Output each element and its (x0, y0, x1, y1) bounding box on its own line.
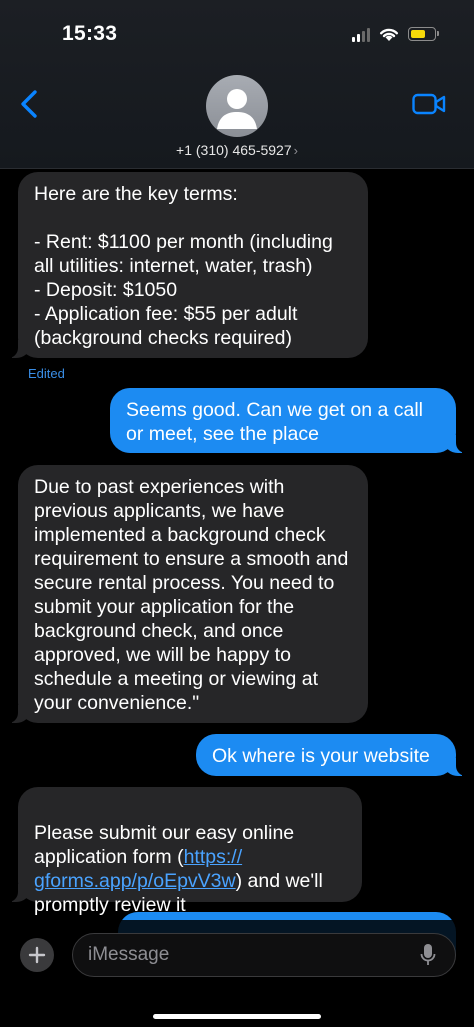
battery-icon (408, 27, 439, 41)
plus-icon (28, 946, 46, 964)
plus-button[interactable] (20, 938, 54, 972)
message-bubble-incoming[interactable]: Please submit our easy online applicatio… (8, 787, 362, 916)
status-time: 15:33 (62, 22, 118, 45)
signal-icon (352, 26, 370, 42)
message-bubble-incoming[interactable]: Here are the key terms: - Rent: $1100 pe… (8, 172, 368, 358)
message-input-placeholder: iMessage (88, 944, 170, 965)
message-text: Please submit our easy online applicatio… (34, 822, 295, 868)
edited-label: Edited (28, 366, 65, 381)
back-chevron-icon[interactable] (16, 88, 44, 120)
video-camera-icon[interactable] (412, 92, 446, 116)
chevron-right-icon: › (293, 143, 298, 158)
contact-phone-text: +1 (310) 465-5927 (176, 142, 292, 158)
message-bubble-outgoing[interactable]: Seems good. Can we get on a call or meet… (110, 388, 466, 453)
message-bubble-outgoing[interactable]: Ok where is your website (196, 734, 466, 776)
avatar-icon (217, 89, 257, 129)
wifi-icon (380, 28, 398, 41)
microphone-icon[interactable] (420, 943, 436, 967)
contact-phone[interactable]: +1 (310) 465-5927 › (0, 142, 474, 158)
message-bubble-incoming[interactable]: Due to past experiences with previous ap… (8, 465, 368, 723)
home-indicator (153, 1014, 321, 1019)
contact-avatar[interactable] (206, 75, 268, 137)
conversation-header: 15:33 +1 (310) 465-5927 › (0, 0, 474, 169)
status-icons (352, 26, 439, 42)
